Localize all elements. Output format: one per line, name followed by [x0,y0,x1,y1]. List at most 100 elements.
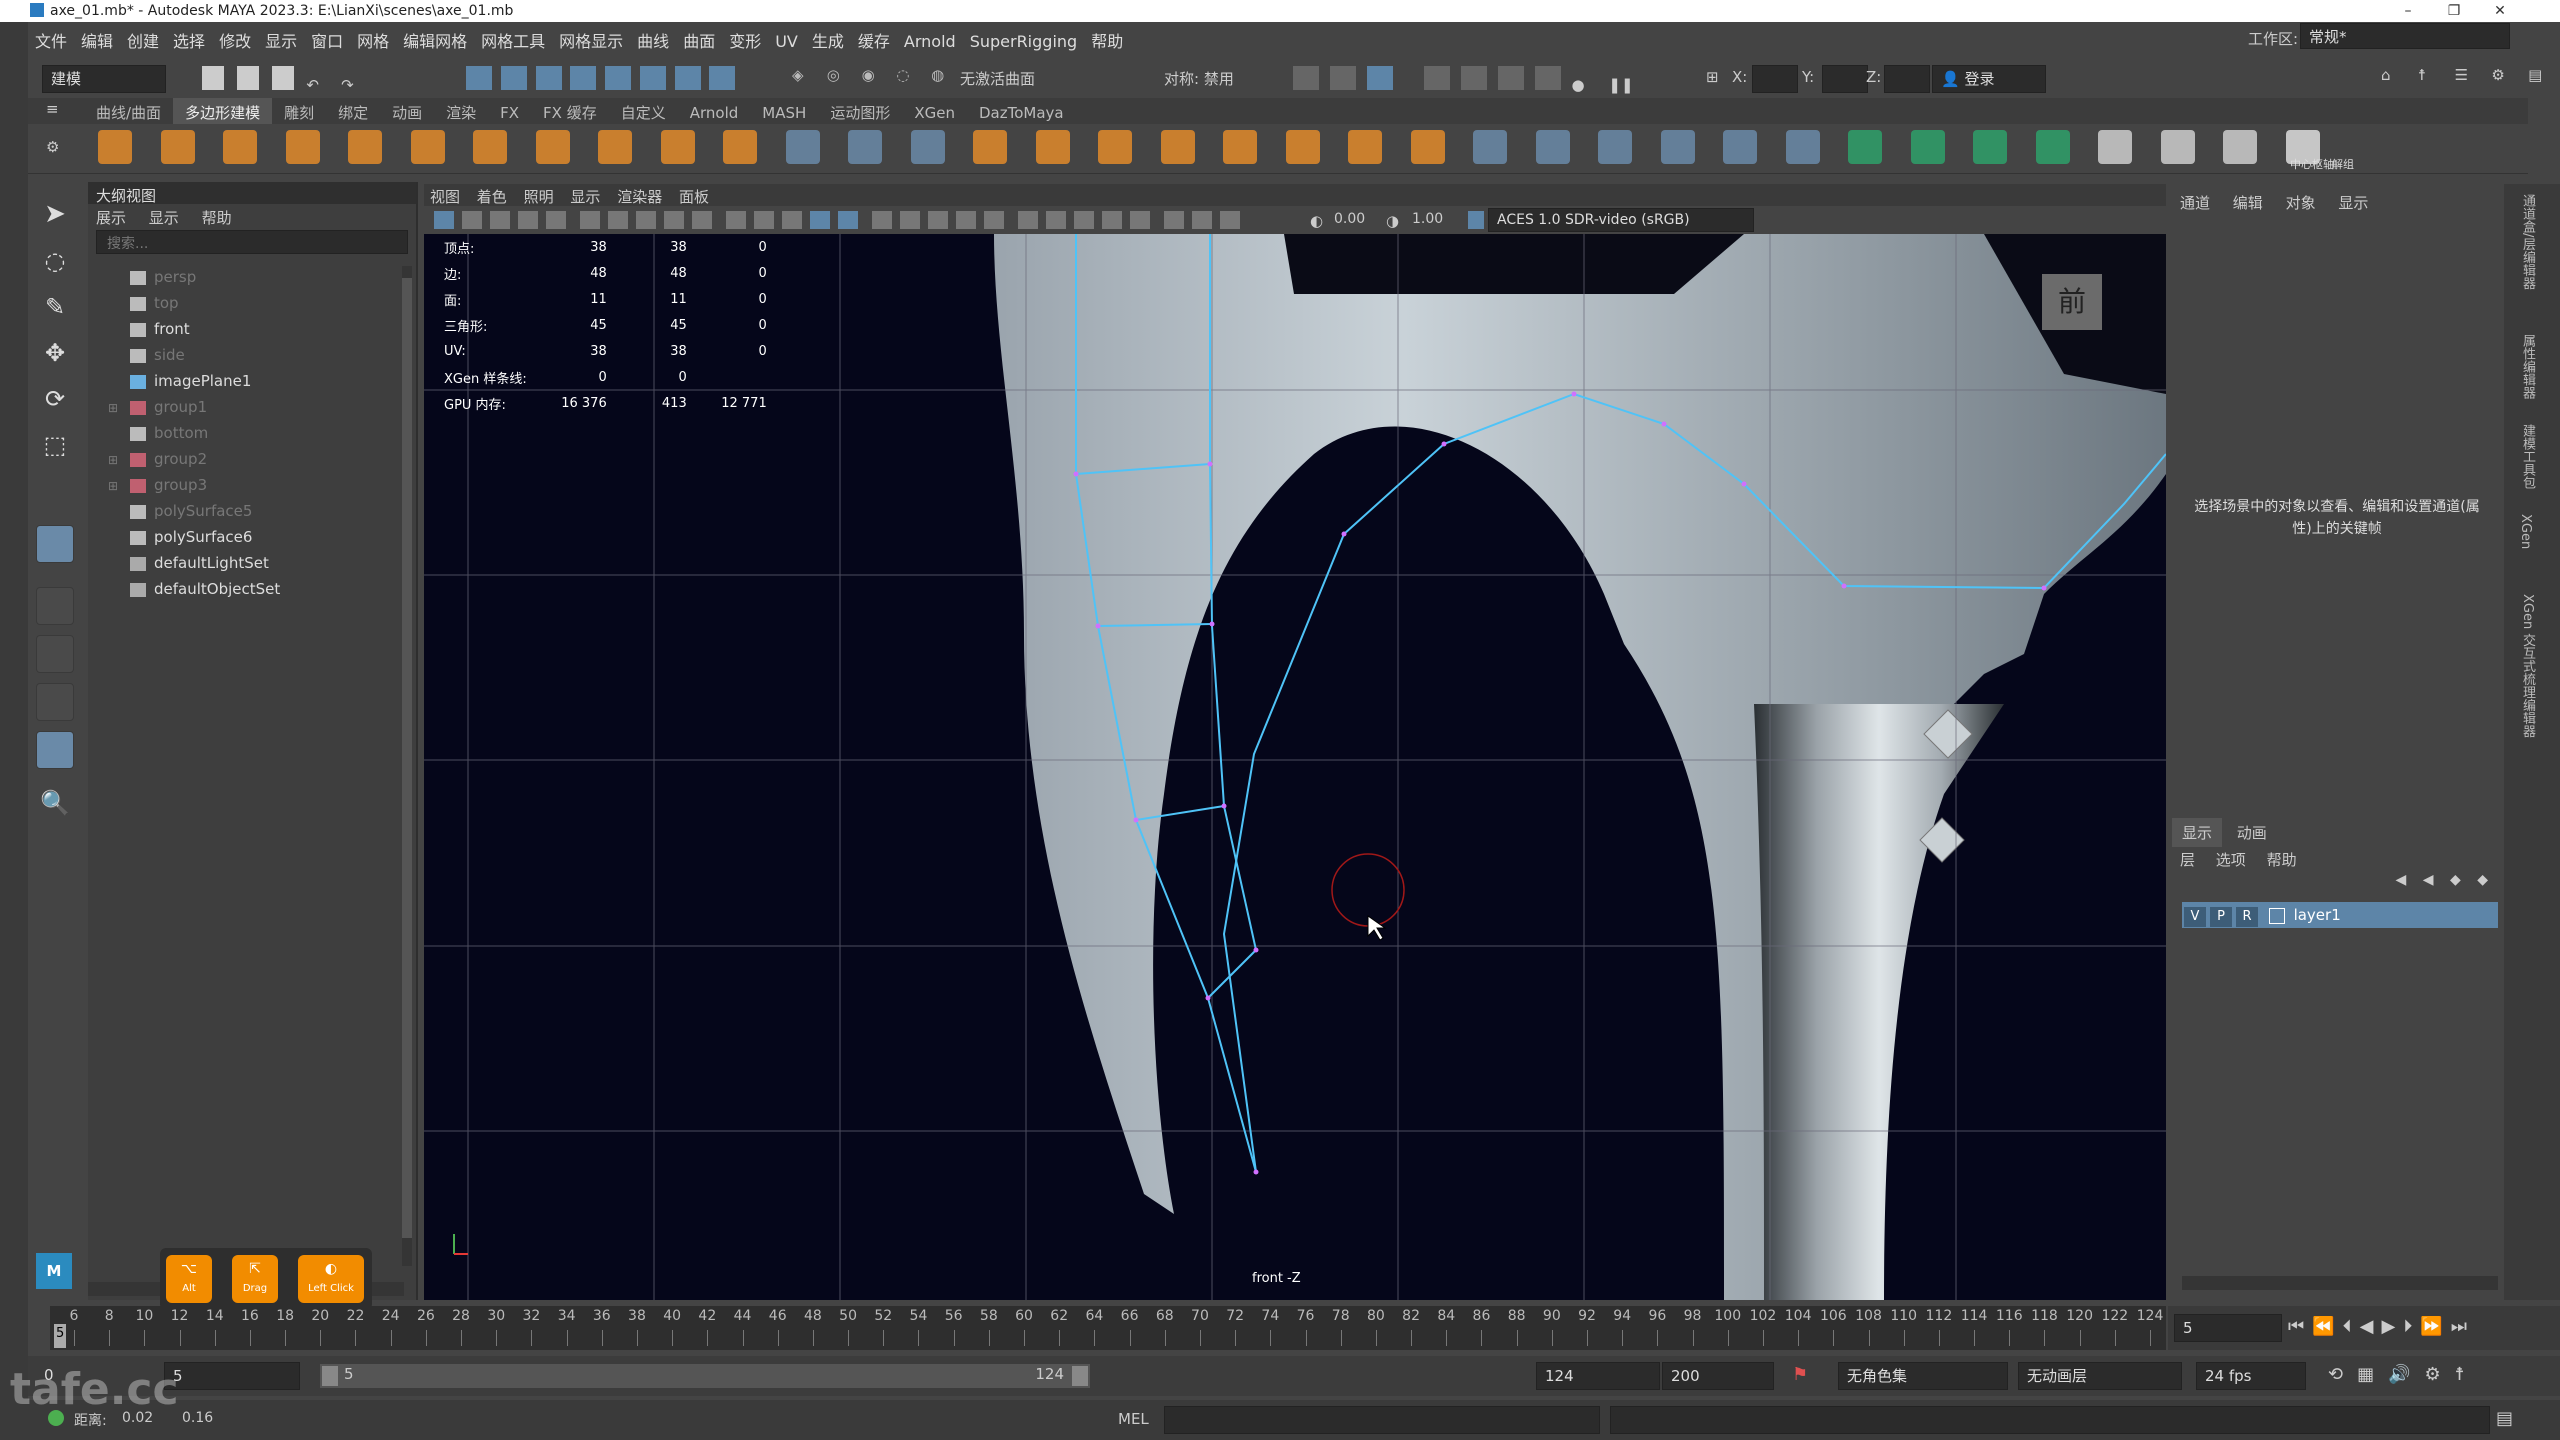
step-forward-frame-icon[interactable]: ⏵ [2403,1316,2420,1337]
menu-item-1[interactable]: 编辑 [74,22,120,58]
layer-tab-anim[interactable]: 动画 [2227,818,2277,847]
select-by-component-icon[interactable] [535,66,562,90]
channelbox-menu-channels[interactable]: 通道 [2180,194,2210,212]
move-layer-up-icon[interactable]: ◀ [2396,872,2407,888]
login-dropdown[interactable]: 👤 登录 [1932,65,2046,93]
shelf-menu-icon[interactable]: ≡ [46,100,59,118]
play-back-icon[interactable]: ◀ [2360,1316,2382,1337]
channelbox-menu-object[interactable]: 对象 [2286,194,2316,212]
persp-outliner-layout-icon[interactable] [36,683,74,721]
shelf-tab-5[interactable]: 渲染 [434,98,488,127]
image-plane-icon[interactable] [518,211,538,229]
go-to-end-icon[interactable]: ⏭ [2451,1316,2475,1337]
new-scene-icon[interactable] [202,66,224,90]
scale-tool-icon[interactable]: ⬚ [36,431,74,469]
x-field[interactable] [1752,65,1798,93]
outliner-item-group3[interactable]: ⊞ group3 [108,472,207,498]
shelf-tab-6[interactable]: FX [488,100,531,126]
character-set-dropdown[interactable]: 无角色集 [1838,1362,2008,1390]
workspace-dropdown[interactable]: 常规* [2300,23,2510,49]
shelf-options-icon[interactable]: ⚙ [46,138,59,156]
side-tab-modeling-toolkit[interactable]: 建模工具包 [2518,424,2537,489]
extrude-icon[interactable] [1285,130,1320,164]
time-slider[interactable]: 6 8 10 12 14 16 18 20 22 24 26 28 30 32 34 36 38 40 42 44 46… [50,1306,2166,1350]
anim-prefs-icon[interactable]: ⚙ [2425,1364,2455,1385]
mask-misc-icon[interactable] [709,66,736,90]
hypershade-icon[interactable] [1461,66,1488,90]
layer-name[interactable]: layer1 [2294,906,2341,924]
expand-icon[interactable]: ⊞ [108,395,130,421]
grid-icon[interactable] [608,211,628,229]
side-tab-xgen-groom[interactable]: XGen 交互式梳理编辑器 [2518,594,2537,737]
layer-reference-toggle[interactable]: R [2236,907,2258,927]
shelf-tab-2[interactable]: 雕刻 [272,98,326,127]
layer-menu-help[interactable]: 帮助 [2259,847,2305,872]
super-shape-icon[interactable] [723,130,757,164]
menu-item-6[interactable]: 窗口 [304,22,350,58]
render-setup-icon[interactable] [1497,66,1524,90]
mask-uv-icon[interactable] [674,66,701,90]
menu-item-13[interactable]: 变形 [722,22,768,58]
fps-dropdown[interactable]: 24 fps [2196,1362,2306,1390]
viewcube[interactable]: 前 [2042,274,2102,330]
mode-dropdown[interactable]: 建模 [42,65,166,93]
outliner-menu-help[interactable]: 帮助 [202,209,232,227]
2d-pan-zoom-icon[interactable] [546,211,566,229]
expand-icon[interactable]: ⊞ [108,473,130,499]
pause-icon[interactable]: ❚❚ [1608,76,1634,100]
extract-icon[interactable] [1098,130,1132,164]
shelf-tab-4[interactable]: 动画 [380,98,434,127]
snap-view-plane-icon[interactable]: ◌ [896,66,922,90]
outliner-item-defaultObjectSet[interactable]: defaultObjectSet [108,576,280,602]
viewport-menu-view[interactable]: 视图 [424,184,466,209]
outliner-item-group1[interactable]: ⊞ group1 [108,394,207,420]
light-editor-icon[interactable] [1534,66,1561,90]
make-live-icon[interactable]: ◍ [931,66,957,90]
render-view-icon[interactable] [1293,66,1319,90]
outliner-scroll-thumb[interactable] [402,278,412,1238]
screen-space-ao-icon[interactable] [984,211,1004,229]
menu-item-11[interactable]: 曲线 [630,22,676,58]
four-view-layout-icon[interactable] [36,635,74,673]
loop-icon[interactable]: ⟲ [2328,1364,2357,1385]
character-controls-icon[interactable]: ☨ [2418,66,2444,90]
anim-layer-dropdown[interactable]: 无动画层 [2018,1362,2182,1390]
shelf-tab-1[interactable]: 多边形建模 [173,98,273,127]
outliner-item-imagePlane1[interactable]: imagePlane1 [108,368,251,394]
type-icon[interactable] [598,130,632,164]
menu-item-4[interactable]: 修改 [212,22,258,58]
viewport-menu-shading[interactable]: 着色 [471,184,513,209]
default-material-icon[interactable] [872,211,892,229]
outliner-item-front[interactable]: front [108,316,190,342]
safe-action-icon[interactable] [754,211,774,229]
cube-icon[interactable] [160,130,195,164]
character-icon[interactable]: ☨ [2455,1364,2479,1385]
gate-mask-icon[interactable] [692,211,712,229]
shadows-icon[interactable] [956,211,976,229]
outliner-scrollbar[interactable] [402,266,412,1266]
layer-menu-options[interactable]: 选项 [2208,847,2254,872]
playback-end-field[interactable]: 124 [1536,1362,1660,1390]
outliner-item-defaultLightSet[interactable]: defaultLightSet [108,550,269,576]
separate-icon[interactable] [848,130,882,164]
torus-icon[interactable] [348,130,382,164]
insert-edge-loop-icon[interactable] [1598,130,1632,164]
plane-icon[interactable] [410,130,445,164]
channelbox-menu-edit[interactable]: 编辑 [2233,194,2263,212]
search-icon[interactable]: 🔍 [36,789,74,827]
quad-draw-tool-icon[interactable] [36,525,74,563]
freeze-transforms-icon[interactable] [2160,130,2195,164]
current-frame-field[interactable]: 5 [2174,1314,2282,1342]
move-layer-down-icon[interactable]: ◀ [2423,872,2434,888]
exposure-value[interactable]: 0.00 [1334,211,1365,227]
outliner-item-side[interactable]: side [108,342,185,368]
step-back-frame-icon[interactable]: ⏴ [2343,1316,2360,1337]
range-start-handle[interactable] [322,1366,338,1386]
outliner-item-bottom[interactable]: bottom [108,420,208,446]
combine-icon[interactable] [785,130,820,164]
symmetry-label[interactable]: 对称: 禁用 [1164,68,1234,89]
outliner-menu-show[interactable]: 显示 [149,209,179,227]
fill-hole-icon[interactable] [1160,130,1195,164]
go-to-start-icon[interactable]: ⏮ [2288,1316,2312,1337]
transform-mode-icon[interactable]: ⊞ [1706,68,1719,86]
